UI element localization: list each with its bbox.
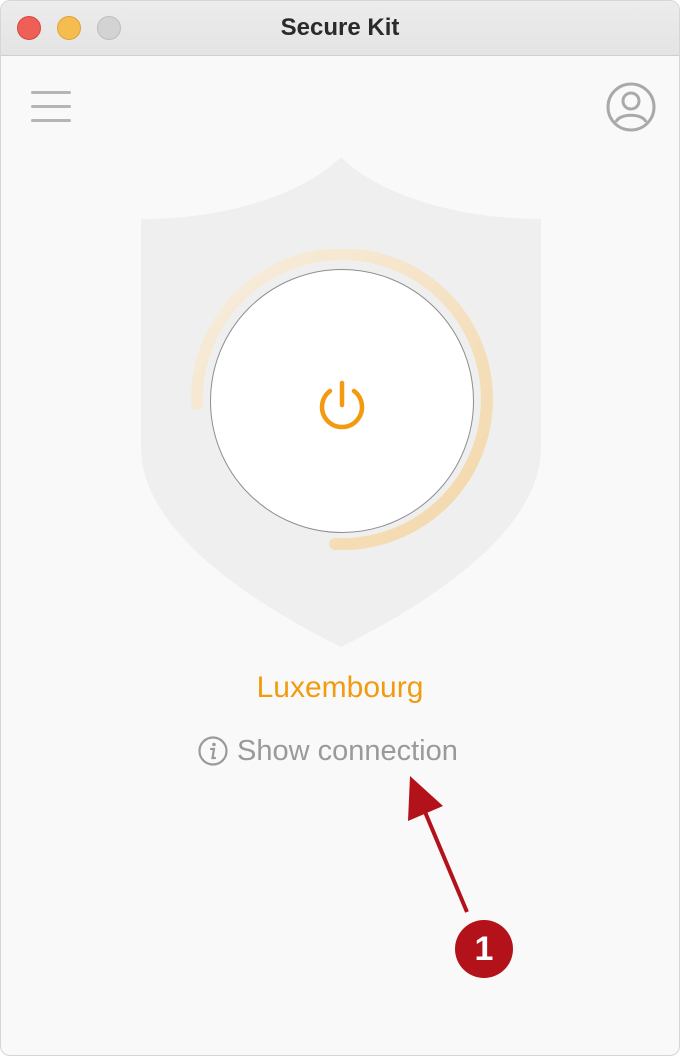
annotation-badge: 1	[455, 920, 513, 978]
server-location-label[interactable]: Luxembourg	[1, 671, 679, 705]
hamburger-menu-icon[interactable]	[29, 89, 73, 125]
user-account-icon[interactable]	[605, 81, 657, 133]
app-window: Secure Kit Luxembourg Show connection	[0, 0, 680, 1056]
power-icon	[319, 380, 365, 430]
show-connection-link[interactable]: Show connection	[197, 731, 458, 771]
show-connection-label: Show connection	[237, 734, 458, 767]
title-bar: Secure Kit	[1, 1, 679, 56]
info-icon	[198, 736, 228, 766]
window-title: Secure Kit	[280, 14, 400, 41]
